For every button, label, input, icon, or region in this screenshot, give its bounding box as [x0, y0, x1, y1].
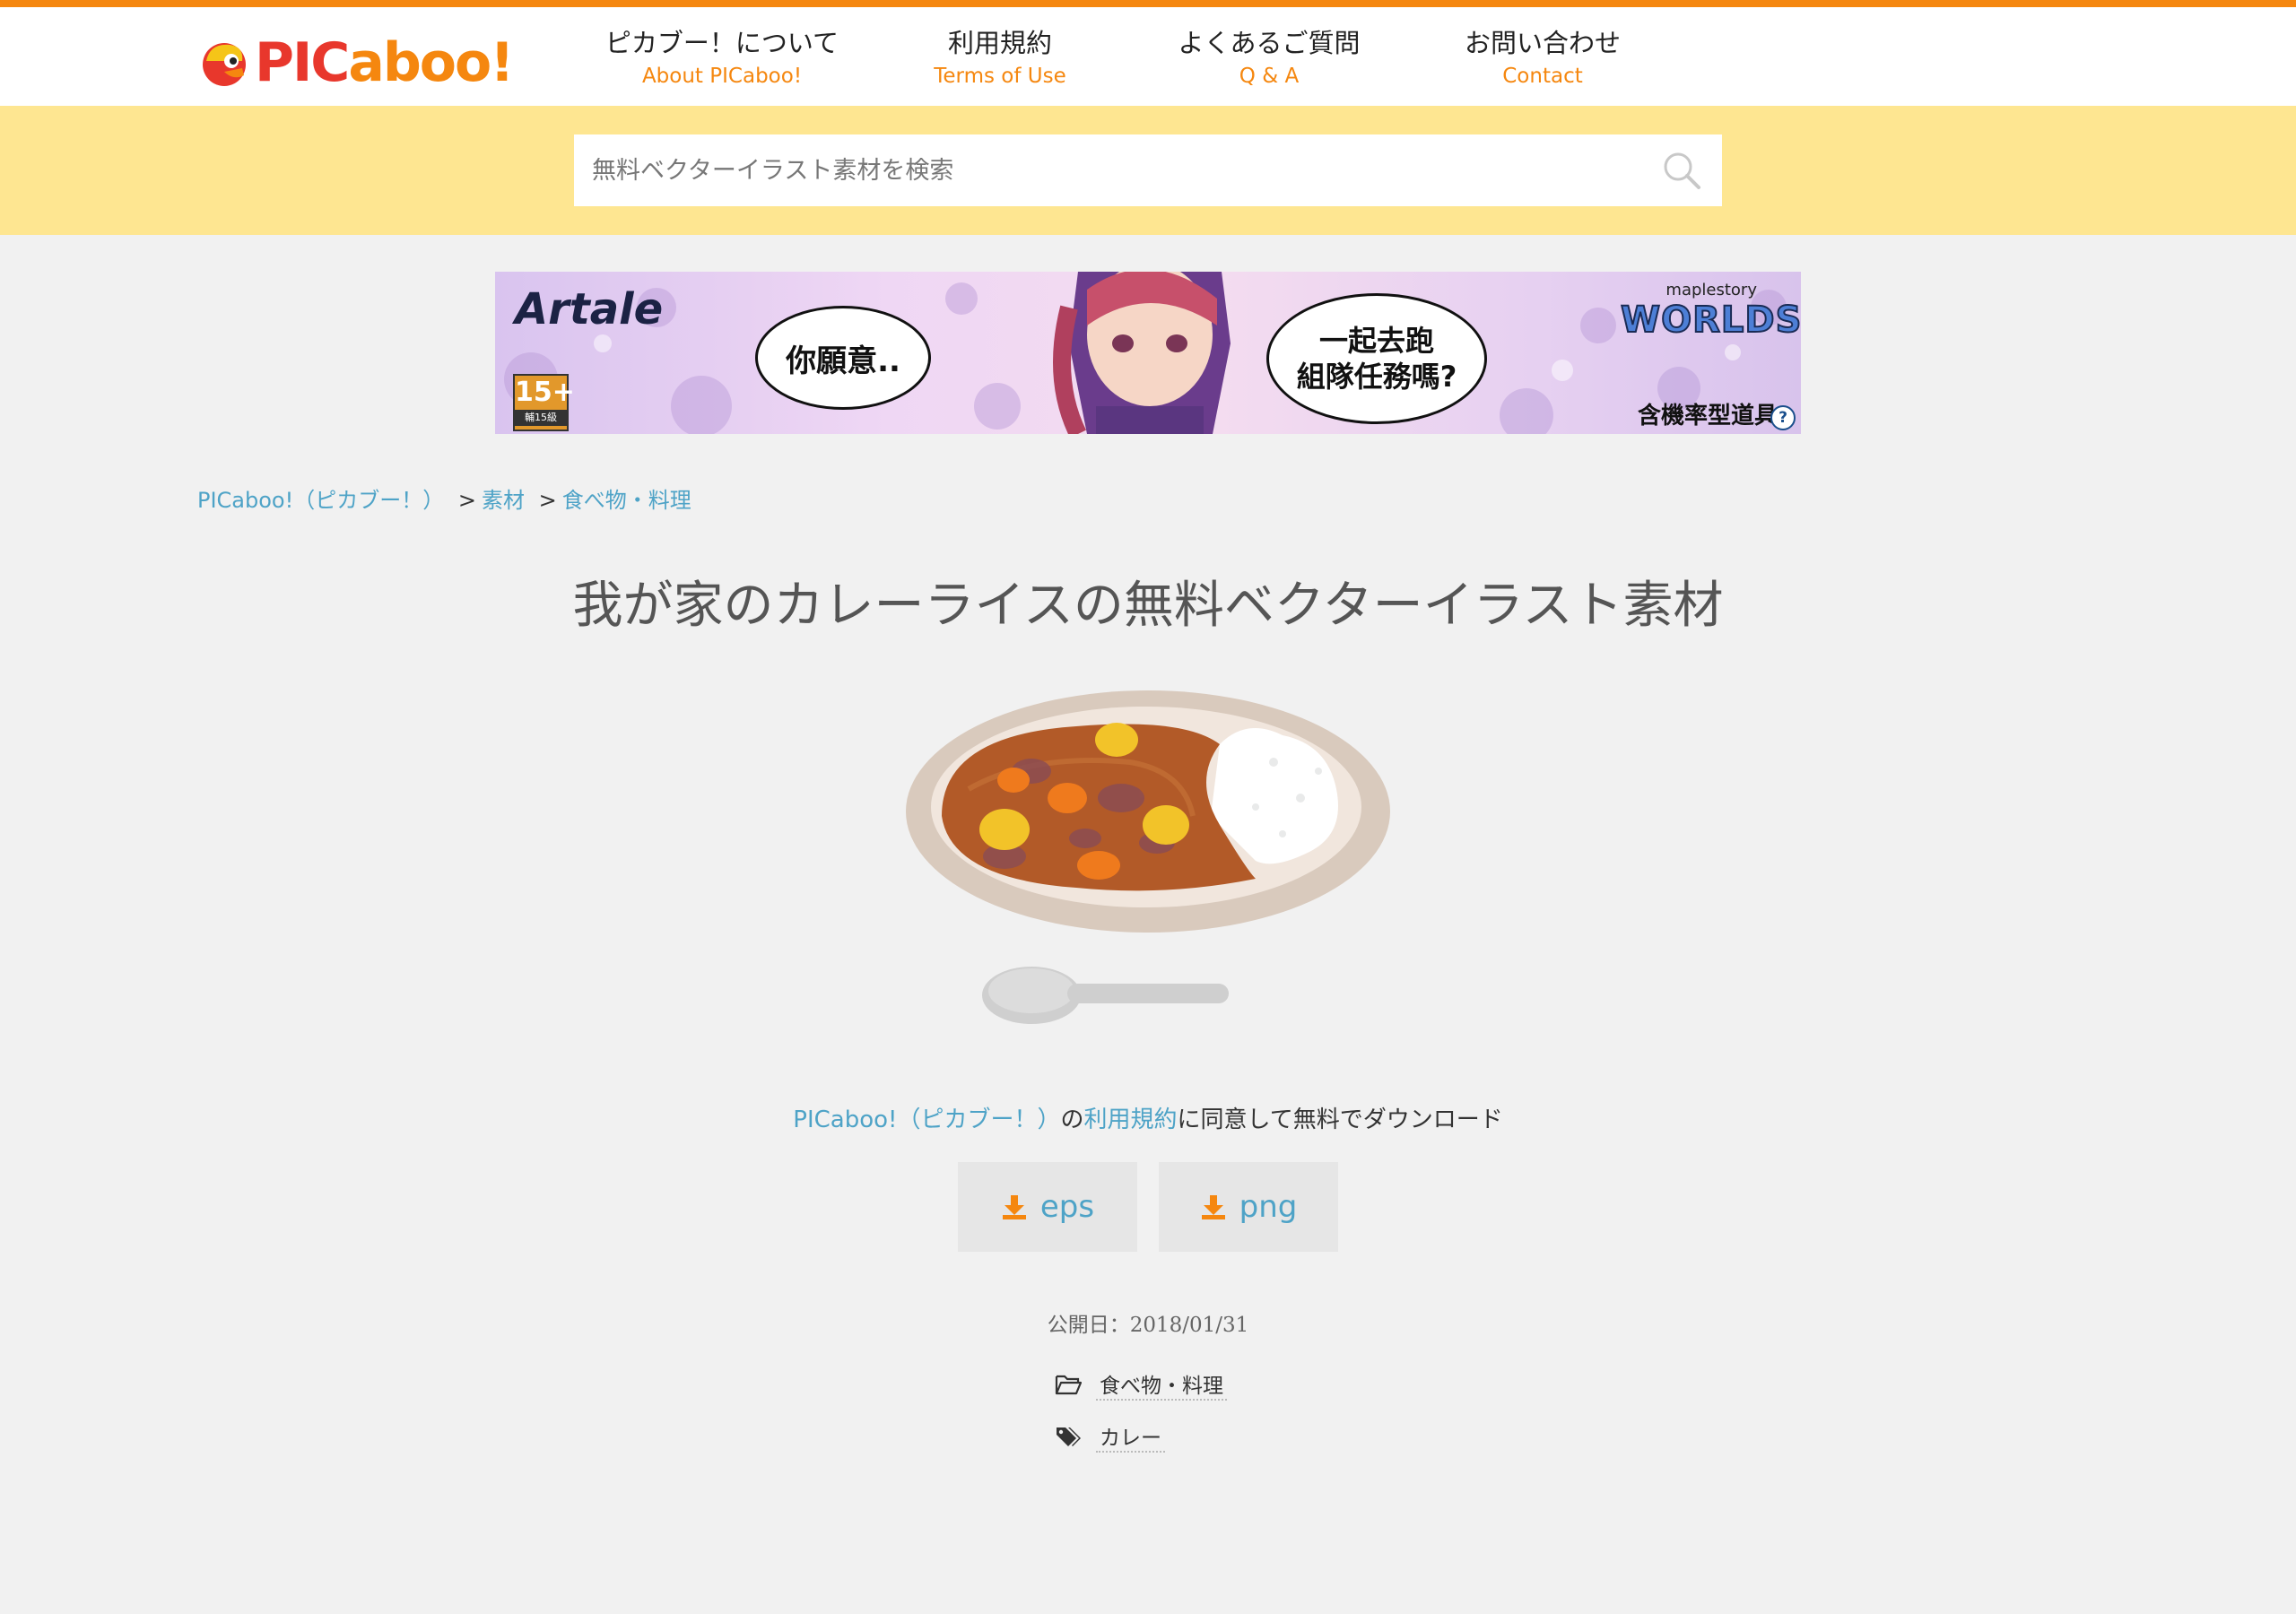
agreement-terms-link[interactable]: 利用規約: [1083, 1106, 1177, 1133]
nav-faq[interactable]: よくあるご質問 Q & A: [1139, 25, 1399, 91]
nav-contact-en: Contact: [1502, 65, 1583, 88]
nav-about[interactable]: ピカブー！について About PICaboo!: [583, 25, 861, 91]
download-png-button[interactable]: png: [1159, 1162, 1338, 1252]
search-input[interactable]: [574, 134, 1641, 206]
nav-terms-jp: 利用規約: [947, 28, 1052, 58]
download-png-label: png: [1239, 1189, 1298, 1225]
top-accent-bar: [0, 0, 2296, 7]
nav-contact-jp: お問い合わせ: [1464, 28, 1621, 58]
ad-speech-bubble-2: 一起去跑 組隊任務嗎?: [1266, 293, 1487, 424]
download-icon: [1002, 1195, 1026, 1219]
site-header: PICaboo! ピカブー！について About PICaboo! 利用規約 T…: [0, 7, 2296, 106]
nav-contact[interactable]: お問い合わせ Contact: [1399, 25, 1686, 91]
curry-rice-illustration: [906, 690, 1390, 1024]
agreement-site-link[interactable]: PICaboo!（ピカブー！）: [793, 1106, 1060, 1133]
search-button[interactable]: [1641, 134, 1722, 206]
breadcrumb-separator: >: [538, 488, 557, 513]
ad-speech-bubble-1: 你願意..: [755, 306, 931, 410]
tag-link[interactable]: カレー: [1096, 1420, 1165, 1453]
download-eps-label: eps: [1039, 1189, 1095, 1225]
nav-about-en: About PICaboo!: [641, 65, 803, 88]
breadcrumb-home[interactable]: PICaboo!（ピカブー！）: [197, 488, 444, 513]
ad-brand-logo: Artale: [515, 284, 664, 334]
download-agreement: PICaboo!（ピカブー！）の利用規約に同意して無料でダウンロード: [793, 1106, 1503, 1133]
page-title: 我が家のカレーライスの無料ベクターイラスト素材: [572, 577, 1724, 635]
main-nav: ピカブー！について About PICaboo! 利用規約 Terms of U…: [583, 25, 1686, 91]
search-icon: [1664, 152, 1700, 189]
breadcrumb: PICaboo!（ピカブー！） > 素材 > 食べ物・料理: [197, 482, 691, 514]
download-icon: [1201, 1195, 1225, 1219]
ad-info-icon[interactable]: ?: [1770, 405, 1796, 430]
category-row: 食べ物・料理: [1055, 1368, 1227, 1401]
parrot-logo-icon: [203, 43, 246, 86]
nav-faq-en: Q & A: [1239, 65, 1300, 88]
search-box: [574, 134, 1722, 206]
ad-character-illustration: [1053, 272, 1231, 434]
download-eps-button[interactable]: eps: [958, 1162, 1137, 1252]
ad-age-rating-badge: 15+ 輔15級: [513, 374, 575, 431]
category-link[interactable]: 食べ物・料理: [1096, 1368, 1227, 1401]
download-buttons: eps png: [0, 1162, 2296, 1252]
ad-disclaimer: 含機率型道具: [1637, 403, 1778, 430]
tags-icon: [1057, 1427, 1081, 1446]
breadcrumb-materials[interactable]: 素材: [482, 488, 525, 513]
ad-banner[interactable]: Artale 15+ 輔15級 你願意.. 一起去跑 組隊任務嗎? maplest…: [495, 272, 1801, 434]
published-date: 公開日：2018/01/31: [1047, 1314, 1249, 1337]
folder-open-icon: [1055, 1375, 1082, 1395]
nav-terms-en: Terms of Use: [934, 65, 1066, 88]
nav-about-jp: ピカブー！について: [604, 28, 839, 58]
breadcrumb-food[interactable]: 食べ物・料理: [562, 488, 691, 513]
ad-maplestory-worlds-logo: maplestory WORLDS: [1620, 281, 1801, 342]
logo-wordmark: PICaboo!: [255, 31, 515, 94]
nav-faq-jp: よくあるご質問: [1178, 28, 1361, 58]
search-band: [0, 106, 2296, 235]
site-logo[interactable]: PICaboo!: [197, 27, 515, 99]
tag-row: カレー: [1055, 1420, 1165, 1453]
breadcrumb-separator: >: [457, 488, 476, 513]
nav-terms[interactable]: 利用規約 Terms of Use: [861, 25, 1139, 91]
